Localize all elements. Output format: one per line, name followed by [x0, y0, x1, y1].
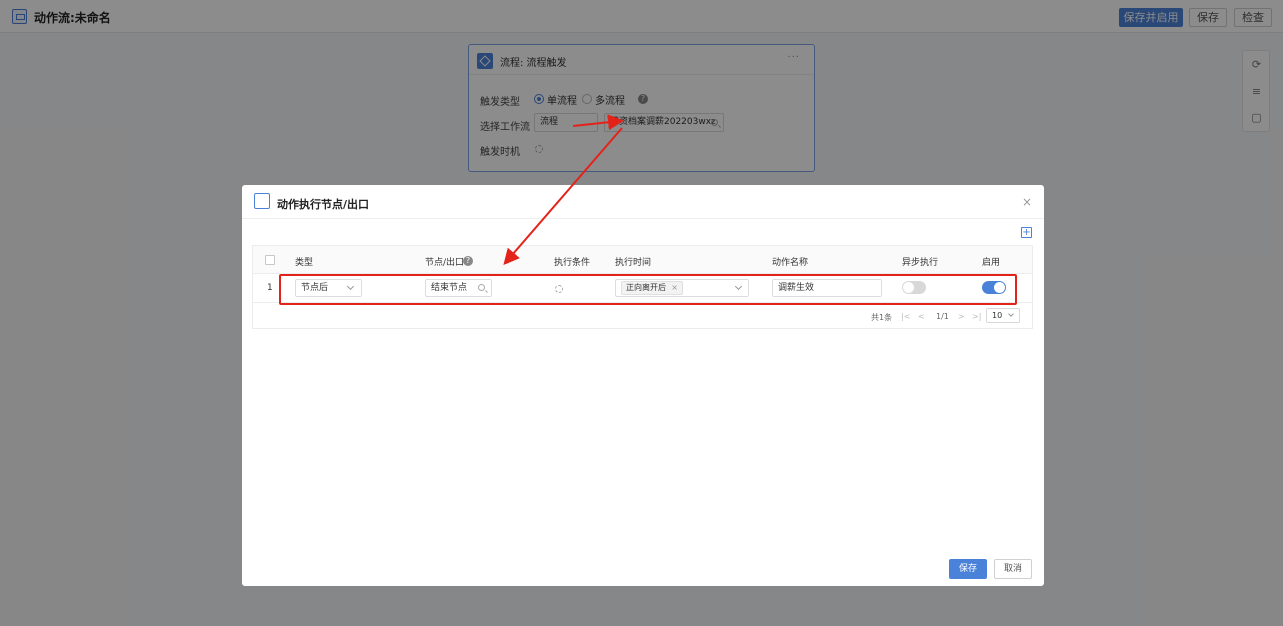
annotation-arrow-down — [503, 127, 623, 266]
annotation-arrows — [503, 114, 624, 266]
annotation-arrow-right — [572, 114, 624, 131]
